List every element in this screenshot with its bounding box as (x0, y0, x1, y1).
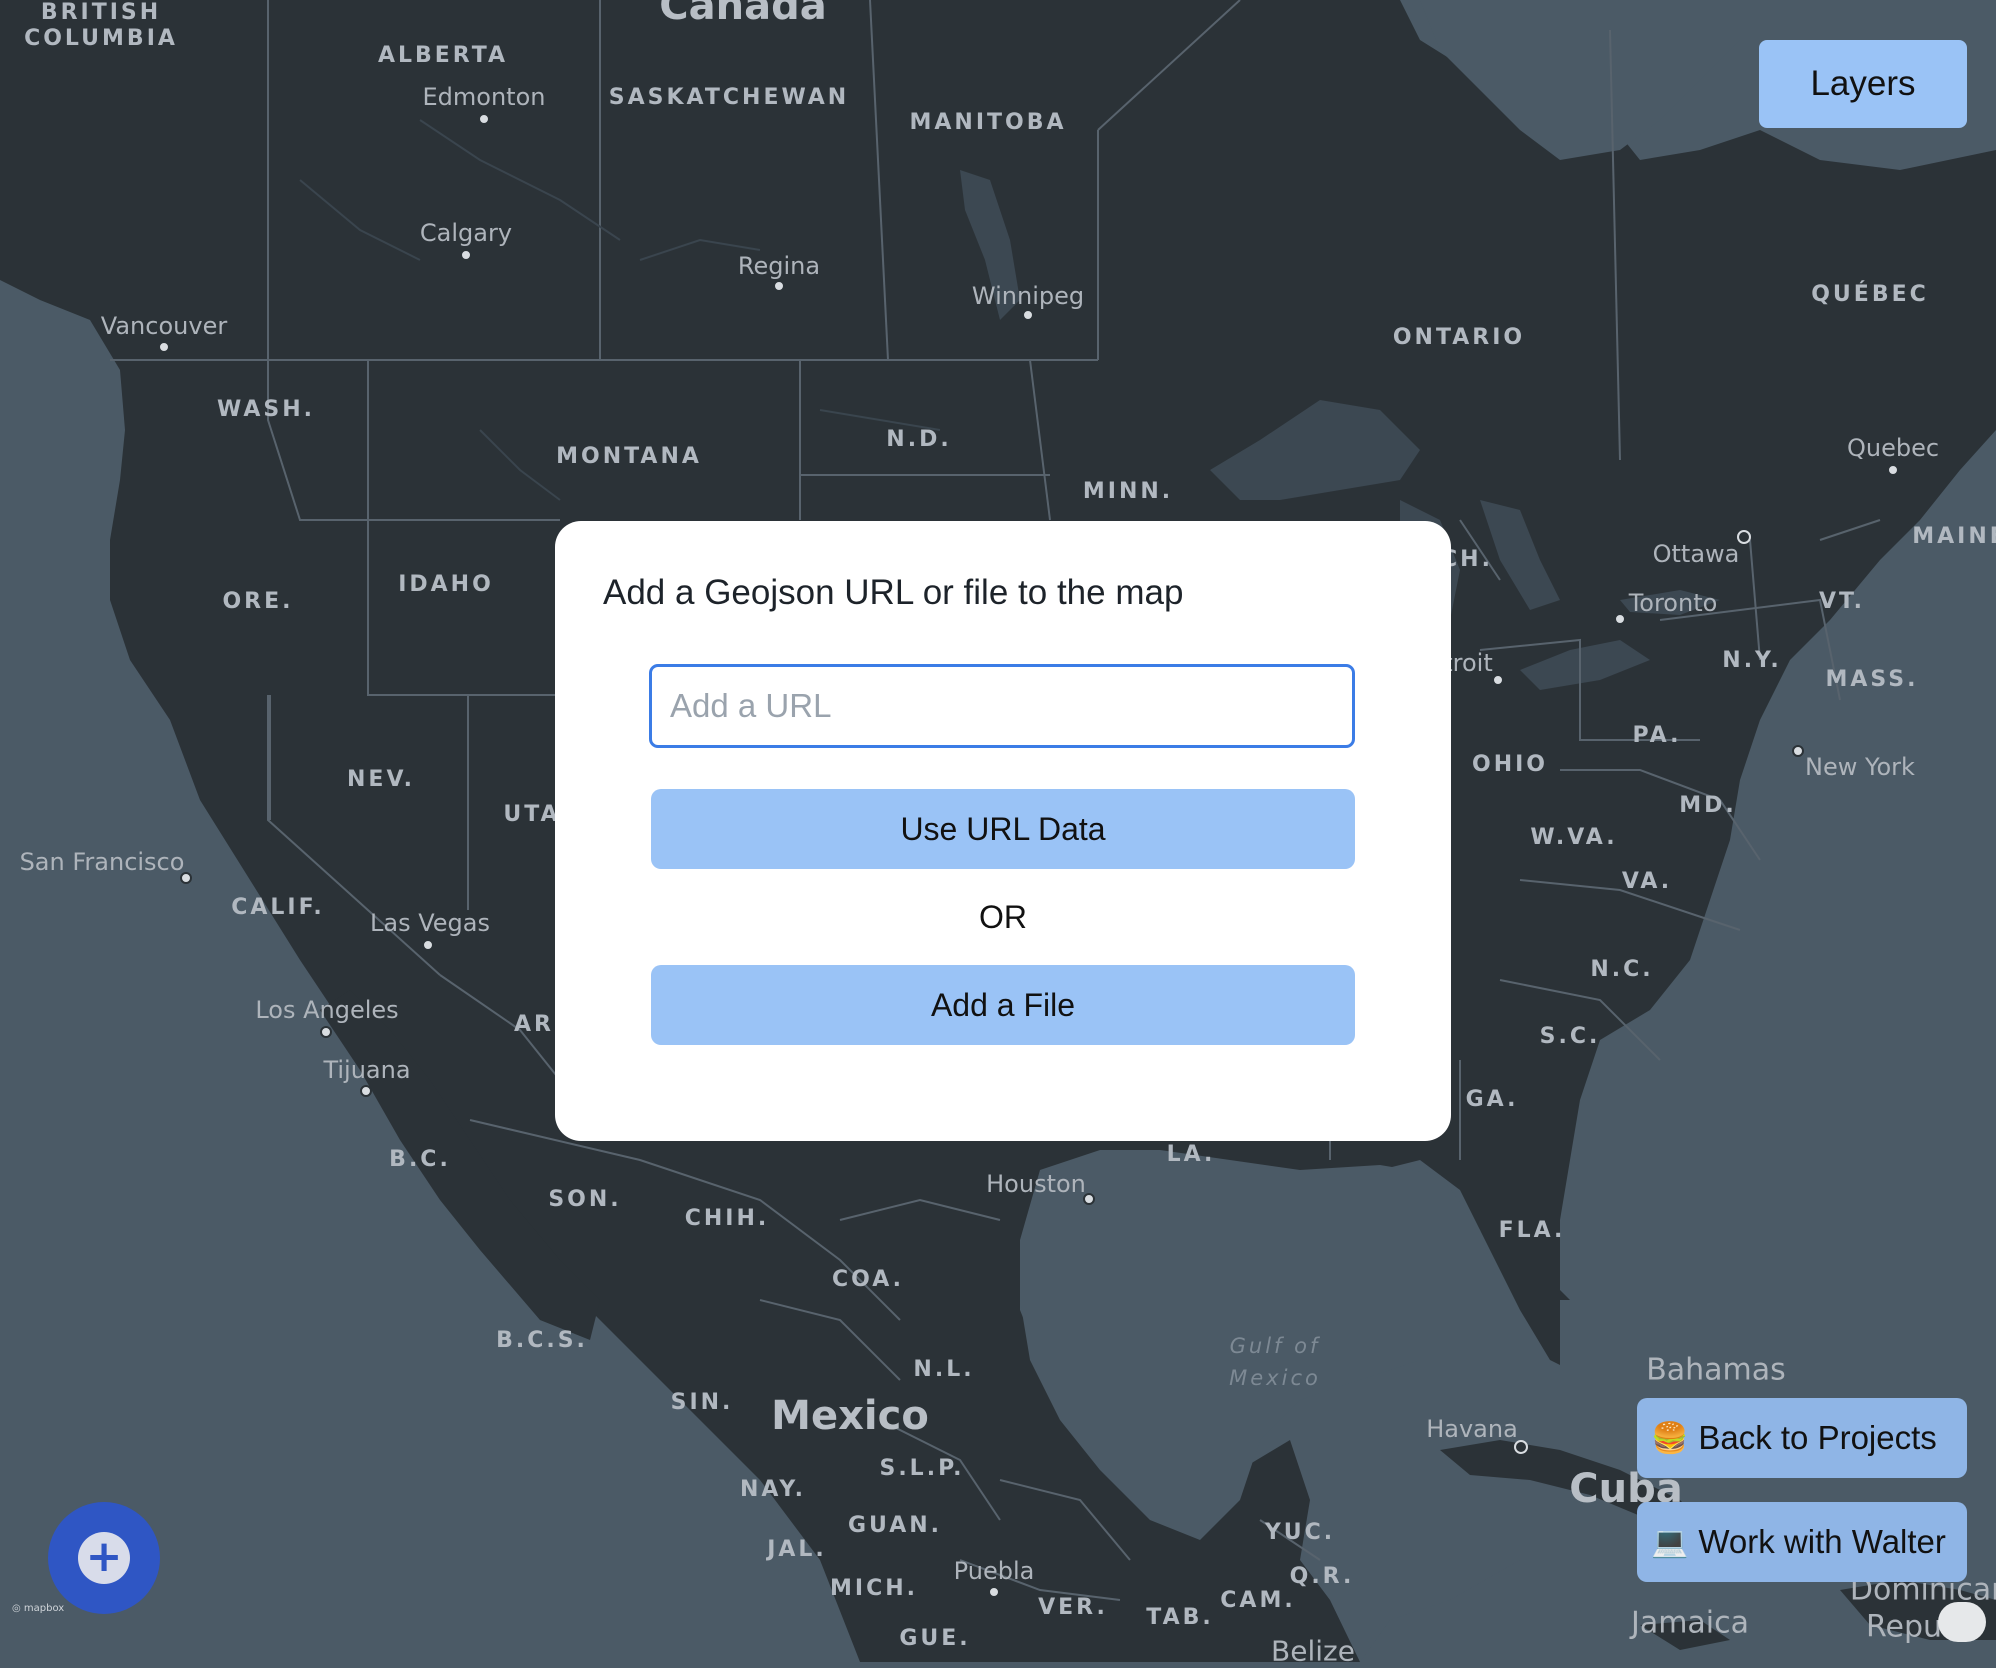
use-url-data-button[interactable]: Use URL Data (651, 789, 1355, 869)
work-with-walter-label: Work with Walter (1698, 1523, 1946, 1560)
city-marker-san-francisco (180, 872, 192, 884)
city-marker-toronto (1614, 613, 1626, 625)
url-input[interactable] (649, 664, 1355, 748)
city-marker-regina (773, 280, 785, 292)
city-marker-winnipeg (1022, 309, 1034, 321)
add-fab-button[interactable]: + (48, 1502, 160, 1614)
city-marker-houston (1083, 1193, 1095, 1205)
city-marker-ottawa (1737, 530, 1751, 544)
add-geojson-dialog: Add a Geojson URL or file to the map Use… (555, 521, 1451, 1141)
city-marker-edmonton (478, 113, 490, 125)
city-marker-havana (1514, 1440, 1528, 1454)
city-marker-las-vegas (422, 939, 434, 951)
city-marker-calgary (460, 249, 472, 261)
resize-handle[interactable] (1938, 1602, 1986, 1642)
add-file-button[interactable]: Add a File (651, 965, 1355, 1045)
back-to-projects-label: Back to Projects (1698, 1419, 1937, 1456)
mapbox-logo[interactable]: ◎ mapbox (12, 1603, 64, 1614)
city-marker-puebla (988, 1586, 1000, 1598)
plus-icon: + (78, 1532, 130, 1584)
or-divider: OR (979, 899, 1027, 935)
city-marker-vancouver (158, 341, 170, 353)
city-marker-quebec (1887, 464, 1899, 476)
burger-icon: 🍔 (1651, 1420, 1689, 1456)
city-marker-new-york (1792, 745, 1804, 757)
dialog-title: Add a Geojson URL or file to the map (603, 573, 1184, 612)
laptop-icon: 💻 (1651, 1524, 1689, 1560)
back-to-projects-button[interactable]: 🍔 Back to Projects (1637, 1398, 1967, 1478)
layers-button[interactable]: Layers (1759, 40, 1967, 128)
city-marker-tijuana (360, 1085, 372, 1097)
city-marker-los-angeles (320, 1026, 332, 1038)
city-marker-detroit (1492, 674, 1504, 686)
work-with-walter-button[interactable]: 💻 Work with Walter (1637, 1502, 1967, 1582)
